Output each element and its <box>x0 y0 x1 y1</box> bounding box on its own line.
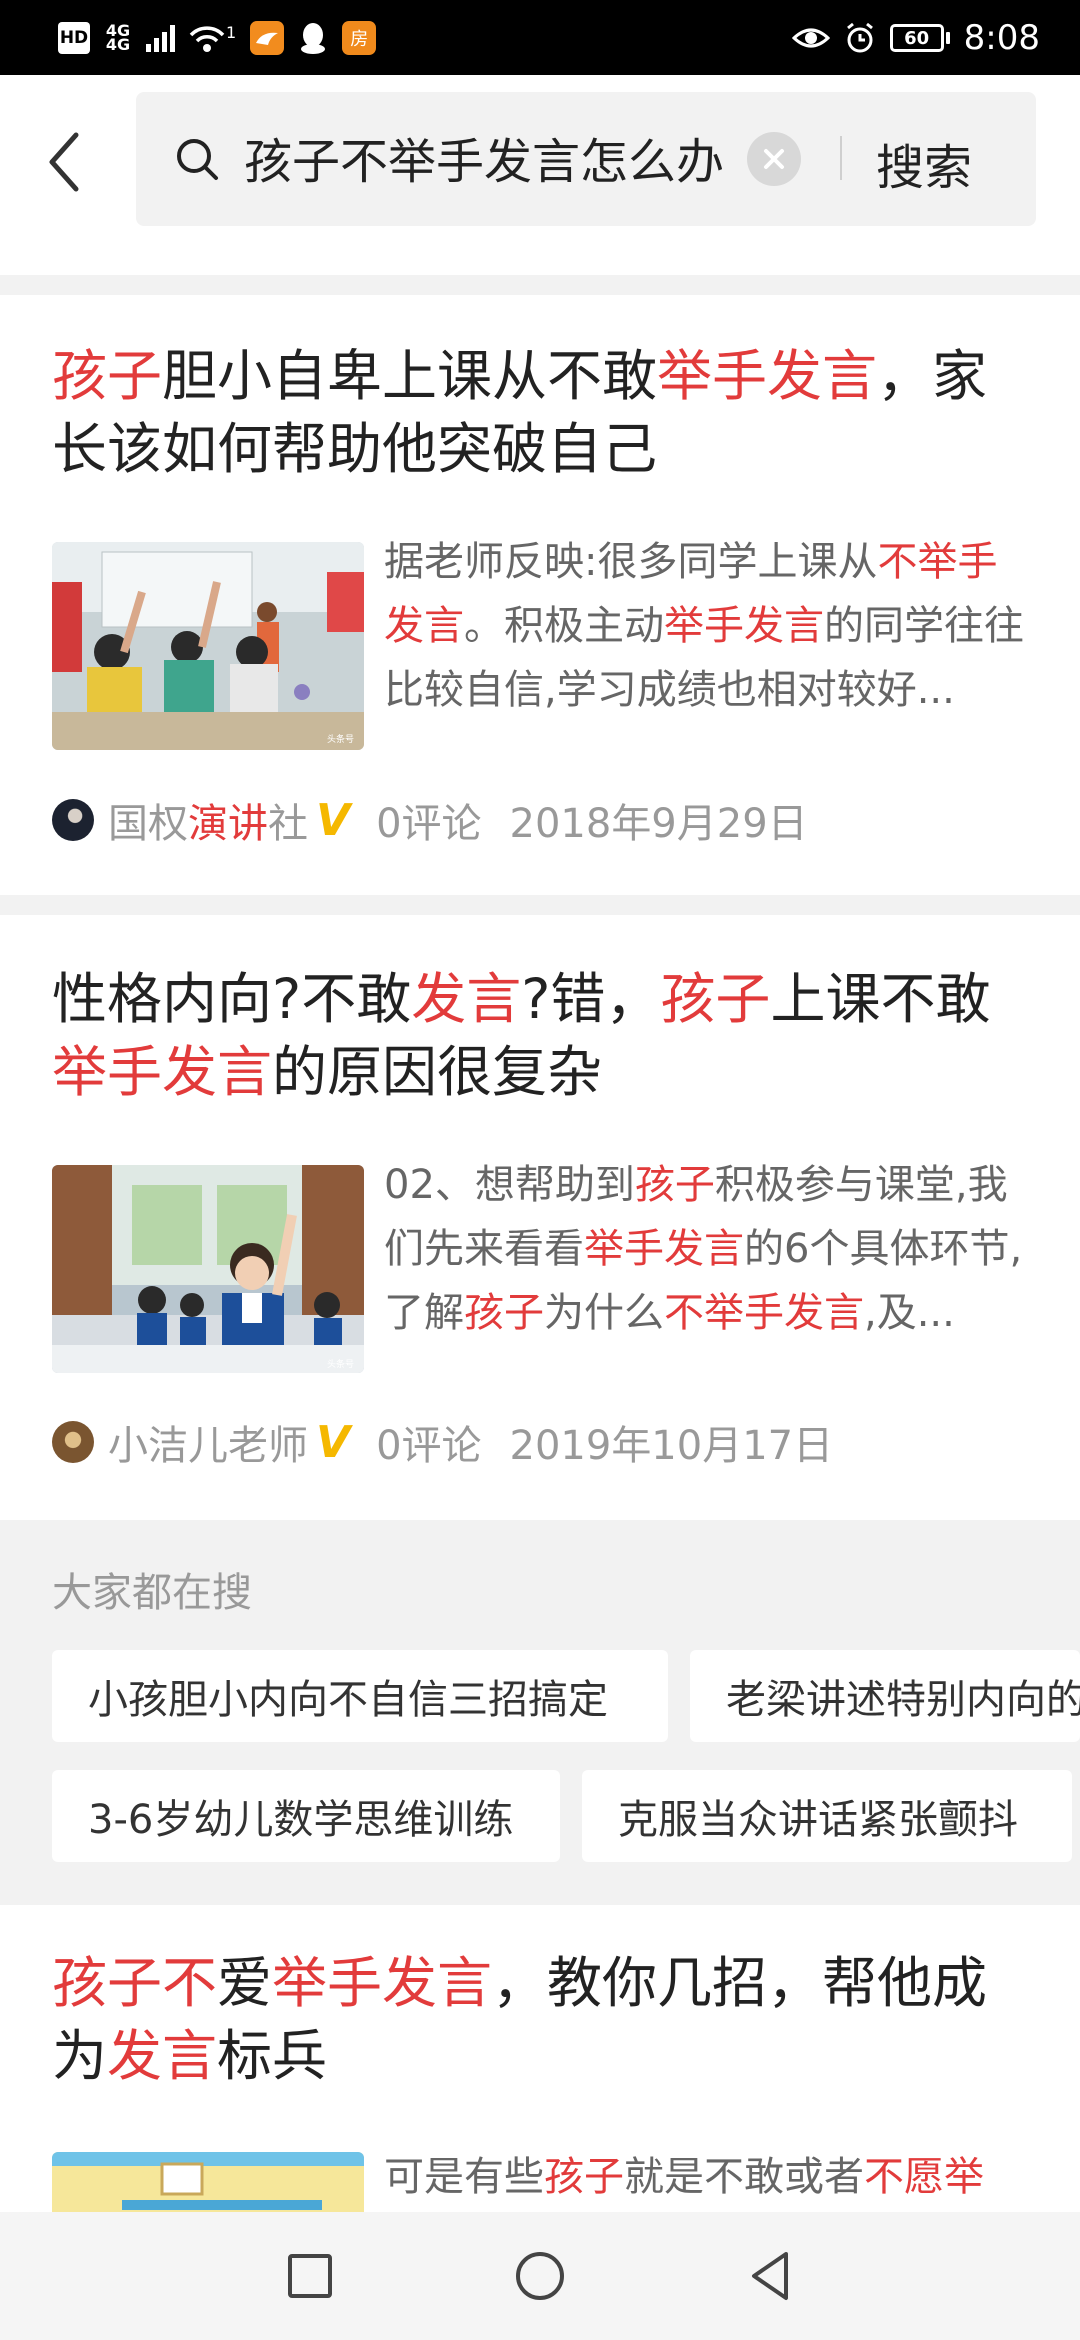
thumbnail-watermark: 头条号 <box>327 733 354 745</box>
recent-apps-icon <box>288 2254 332 2298</box>
article-thumbnail[interactable] <box>52 2152 364 2212</box>
article-snippet: 可是有些孩子就是不敢或者不愿举 <box>384 2154 984 2200</box>
author-name[interactable]: 国权演讲社 <box>108 791 308 849</box>
house-app-icon: 房 <box>342 21 377 55</box>
verified-icon: V <box>316 794 351 846</box>
article-meta: 小洁儿老师 V 0评论 2019年10月17日 <box>52 1413 833 1471</box>
clear-icon[interactable] <box>747 132 801 186</box>
search-header: 孩子不举手发言怎么办 搜索 <box>0 75 1080 275</box>
search-icon <box>177 139 218 180</box>
home-icon <box>516 2252 564 2300</box>
back-nav-icon <box>752 2252 788 2300</box>
article-title[interactable]: 孩子不爱举手发言，教你几招，帮他成为发言标兵 <box>52 1947 1042 2093</box>
article-meta: 国权演讲社 V 0评论 2018年9月29日 <box>52 791 808 849</box>
article-snippet: 据老师反映:很多同学上课从不举手发言。积极主动举手发言的同学往往比较自信,学习成… <box>384 539 1024 713</box>
wifi-icon: 1 <box>189 23 236 53</box>
separator-band <box>0 275 1080 295</box>
hot-search-chip[interactable]: 克服当众讲话紧张颤抖 <box>582 1770 1072 1862</box>
clock-time: 8:08 <box>963 18 1040 58</box>
article-snippet: 02、想帮助到孩子积极参与课堂,我们先来看看举手发言的6个具体环节,了解孩子为什… <box>384 1162 1023 1336</box>
avatar[interactable] <box>52 1421 94 1463</box>
back-button[interactable] <box>40 127 96 197</box>
system-nav-bar <box>0 2212 1080 2340</box>
article-title[interactable]: 孩子胆小自卑上课从不敢举手发言，家长该如何帮助他突破自己 <box>52 340 1042 486</box>
signal-icon <box>146 24 175 52</box>
recent-apps-button[interactable] <box>280 2246 340 2306</box>
verified-icon: V <box>316 1416 351 1468</box>
bird-app-icon <box>250 21 285 55</box>
hot-searches-title: 大家都在搜 <box>52 1570 252 1616</box>
avatar[interactable] <box>52 799 94 841</box>
hot-search-chip[interactable]: 3-6岁幼儿数学思维训练 <box>52 1770 560 1862</box>
separator-band <box>0 895 1080 915</box>
hot-searches-section: 大家都在搜 小孩胆小内向不自信三招搞定 老梁讲述特别内向的 3-6岁幼儿数学思维… <box>0 1520 1080 1905</box>
search-button[interactable]: 搜索 <box>876 128 972 198</box>
eye-icon <box>791 24 830 52</box>
back-arrow-icon <box>49 132 79 192</box>
battery-icon: 60 <box>889 24 950 52</box>
status-bar: HD 4G 4G 1 房 60 8:08 <box>0 0 1080 75</box>
back-nav-button[interactable] <box>740 2246 800 2306</box>
article-thumbnail[interactable]: 头条号 <box>52 542 364 750</box>
article-thumbnail[interactable]: 头条号 <box>52 1165 364 1373</box>
comment-count: 0评论 <box>376 801 482 847</box>
hot-search-chip[interactable]: 老梁讲述特别内向的 <box>690 1650 1080 1742</box>
divider <box>840 136 842 180</box>
hot-search-chip[interactable]: 小孩胆小内向不自信三招搞定 <box>52 1650 668 1742</box>
article-card-2[interactable]: 性格内向?不敢发言?错，孩子上课不敢举手发言的原因很复杂 头条号 02、想帮助到… <box>0 915 1080 1520</box>
comment-count: 0评论 <box>376 1423 482 1469</box>
thumbnail-watermark: 头条号 <box>327 1358 354 1370</box>
hd-icon: HD <box>58 22 90 54</box>
search-box[interactable]: 孩子不举手发言怎么办 搜索 <box>136 92 1036 226</box>
author-name[interactable]: 小洁儿老师 <box>108 1413 308 1471</box>
publish-date: 2019年10月17日 <box>509 1423 834 1469</box>
network-type-icon: 4G 4G <box>105 21 131 54</box>
publish-date: 2018年9月29日 <box>509 801 808 847</box>
home-button[interactable] <box>510 2246 570 2306</box>
alarm-icon <box>844 22 876 54</box>
article-title[interactable]: 性格内向?不敢发言?错，孩子上课不敢举手发言的原因很复杂 <box>52 963 1042 1109</box>
article-card-1[interactable]: 孩子胆小自卑上课从不敢举手发言，家长该如何帮助他突破自己 头条号 据老师反映:很… <box>0 295 1080 895</box>
qq-icon <box>298 21 328 55</box>
article-card-3[interactable]: 孩子不爱举手发言，教你几招，帮他成为发言标兵 可是有些孩子就是不敢或者不愿举 <box>0 1905 1080 2212</box>
